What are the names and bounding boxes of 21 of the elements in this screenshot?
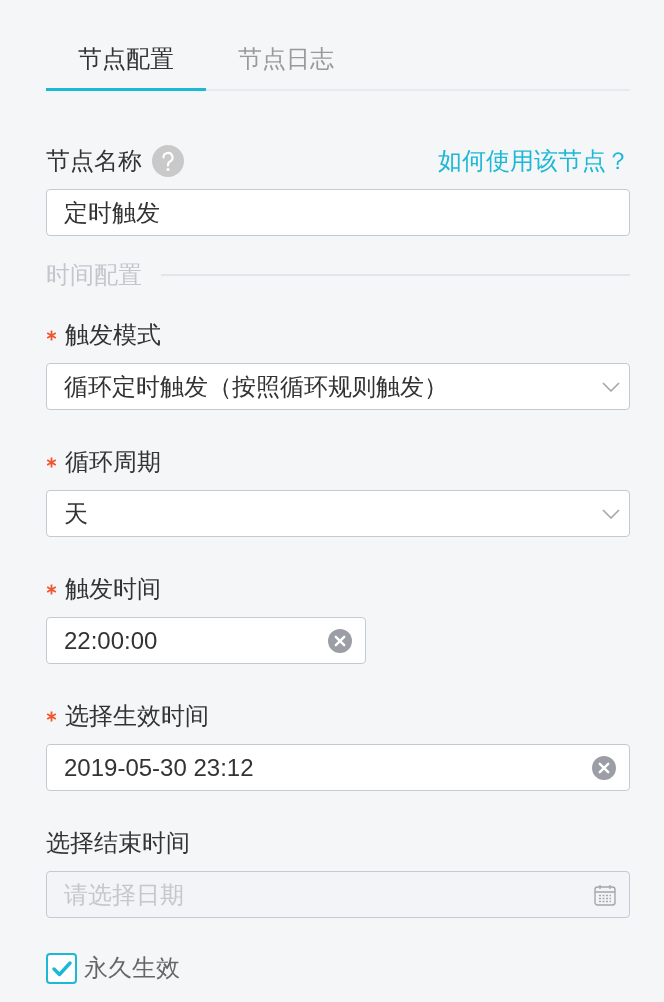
text-input[interactable]: 定时触发: [46, 189, 630, 236]
field-label: 节点名称: [46, 146, 142, 176]
select-field[interactable]: 循环定时触发（按照循环规则触发）: [46, 363, 630, 410]
clear-icon[interactable]: [328, 628, 352, 653]
select-field[interactable]: 天: [46, 490, 630, 537]
calendar-icon: [594, 883, 616, 906]
date-time-field[interactable]: 2019-05-30 23:12: [46, 744, 630, 791]
checkbox-label[interactable]: 永久生效: [84, 951, 180, 985]
field-label: 触发模式: [65, 320, 161, 350]
check-icon: [51, 959, 72, 977]
field-label: 选择结束时间: [46, 828, 190, 858]
field-label: 选择生效时间: [65, 701, 209, 731]
help-icon[interactable]: [152, 145, 184, 177]
chevron-down-icon: [602, 381, 620, 392]
time-field[interactable]: 22:00:00: [46, 617, 366, 664]
clear-icon[interactable]: [592, 755, 616, 780]
field-label: 触发时间: [65, 574, 161, 604]
chevron-down-icon: [602, 508, 620, 519]
tab[interactable]: 节点配置: [46, 42, 206, 91]
field-label: 循环周期: [65, 447, 161, 477]
checkbox[interactable]: [46, 952, 77, 984]
